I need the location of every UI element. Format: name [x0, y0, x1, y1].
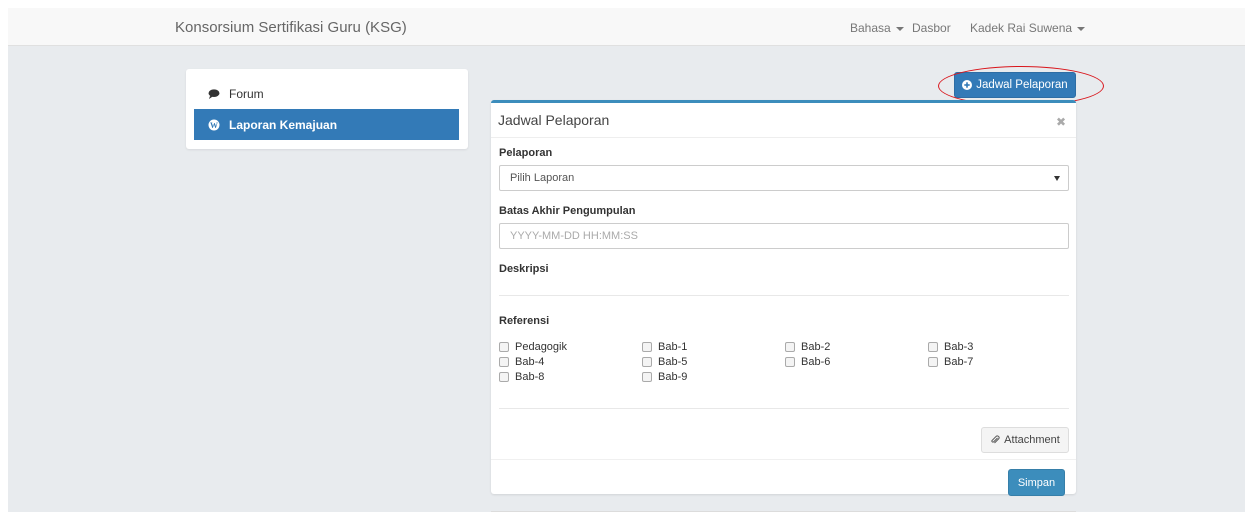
chevron-down-icon: [1054, 176, 1060, 181]
chevron-down-icon: [895, 26, 904, 31]
top-navbar: Konsorsium Sertifikasi Guru (KSG) Bahasa…: [8, 8, 1245, 46]
checkbox[interactable]: [642, 372, 652, 382]
wordpress-icon: W: [208, 119, 222, 131]
paperclip-icon: [990, 435, 1000, 445]
referensi-checkbox-bab-3[interactable]: Bab-3: [928, 341, 973, 353]
attachment-button[interactable]: Attachment: [981, 427, 1069, 453]
referensi-checkbox-bab-5[interactable]: Bab-5: [642, 356, 687, 368]
language-dropdown[interactable]: Bahasa: [850, 21, 904, 35]
language-label: Bahasa: [850, 21, 891, 35]
checkbox-label: Bab-9: [658, 371, 688, 383]
batas-akhir-input[interactable]: [499, 223, 1069, 249]
brand-title[interactable]: Konsorsium Sertifikasi Guru (KSG): [175, 19, 407, 36]
jadwal-pelaporan-panel: Jadwal Pelaporan ✖ Pelaporan Pilih Lapor…: [491, 100, 1076, 496]
checkbox-label: Bab-6: [801, 356, 831, 368]
checkbox[interactable]: [785, 342, 795, 352]
chevron-down-icon: [1077, 26, 1086, 31]
sidebar: Forum W Laporan Kemajuan: [186, 69, 468, 149]
plus-circle-icon: [962, 80, 973, 90]
checkbox[interactable]: [785, 357, 795, 367]
referensi-checkbox-pedagogik[interactable]: Pedagogik: [499, 341, 567, 353]
checkbox-label: Bab-2: [801, 341, 831, 353]
divider: [491, 459, 1076, 460]
checkbox-label: Bab-7: [944, 356, 974, 368]
referensi-checkbox-bab-1[interactable]: Bab-1: [642, 341, 687, 353]
svg-text:W: W: [210, 120, 218, 129]
checkbox[interactable]: [642, 357, 652, 367]
jadwal-pelaporan-button[interactable]: Jadwal Pelaporan: [954, 72, 1076, 98]
dashboard-link[interactable]: Dasbor: [912, 21, 951, 35]
checkbox[interactable]: [499, 342, 509, 352]
page-background: Konsorsium Sertifikasi Guru (KSG) Bahasa…: [8, 8, 1245, 512]
checkbox-label: Pedagogik: [515, 341, 567, 353]
checkbox-label: Bab-5: [658, 356, 688, 368]
checkbox[interactable]: [642, 342, 652, 352]
referensi-checkbox-bab-4[interactable]: Bab-4: [499, 356, 544, 368]
checkbox[interactable]: [499, 372, 509, 382]
deskripsi-editor-line[interactable]: [499, 295, 1069, 296]
user-name: Kadek Rai Suwena: [970, 21, 1073, 35]
referensi-checkbox-bab-9[interactable]: Bab-9: [642, 371, 687, 383]
divider: [499, 408, 1069, 409]
referensi-checkbox-bab-8[interactable]: Bab-8: [499, 371, 544, 383]
batas-akhir-label: Batas Akhir Pengumpulan: [499, 205, 636, 217]
checkbox-label: Bab-8: [515, 371, 545, 383]
deskripsi-label: Deskripsi: [499, 263, 549, 275]
referensi-label: Referensi: [499, 315, 550, 327]
comment-icon: [208, 88, 222, 99]
checkbox-label: Bab-1: [658, 341, 688, 353]
user-menu[interactable]: Kadek Rai Suwena: [970, 21, 1086, 35]
checkbox-label: Bab-4: [515, 356, 545, 368]
panel-title: Jadwal Pelaporan: [498, 112, 610, 128]
pelaporan-label: Pelaporan: [499, 147, 553, 159]
pelaporan-selected-value: Pilih Laporan: [510, 172, 575, 184]
sidebar-item-forum[interactable]: Forum: [194, 78, 459, 109]
attachment-button-label: Attachment: [1004, 434, 1060, 446]
pelaporan-select[interactable]: Pilih Laporan: [499, 165, 1069, 191]
checkbox[interactable]: [928, 357, 938, 367]
checkbox-label: Bab-3: [944, 341, 974, 353]
referensi-checkbox-bab-7[interactable]: Bab-7: [928, 356, 973, 368]
referensi-checkbox-bab-2[interactable]: Bab-2: [785, 341, 830, 353]
sidebar-item-label: Laporan Kemajuan: [229, 117, 338, 132]
sidebar-item-laporan-kemajuan[interactable]: W Laporan Kemajuan: [194, 109, 459, 140]
close-icon[interactable]: ✖: [1056, 115, 1066, 129]
save-button[interactable]: Simpan: [1008, 469, 1065, 496]
checkbox[interactable]: [928, 342, 938, 352]
sidebar-item-label: Forum: [229, 86, 264, 101]
checkbox[interactable]: [499, 357, 509, 367]
divider: [491, 137, 1076, 138]
referensi-checkbox-bab-6[interactable]: Bab-6: [785, 356, 830, 368]
jadwal-pelaporan-button-label: Jadwal Pelaporan: [976, 79, 1068, 91]
